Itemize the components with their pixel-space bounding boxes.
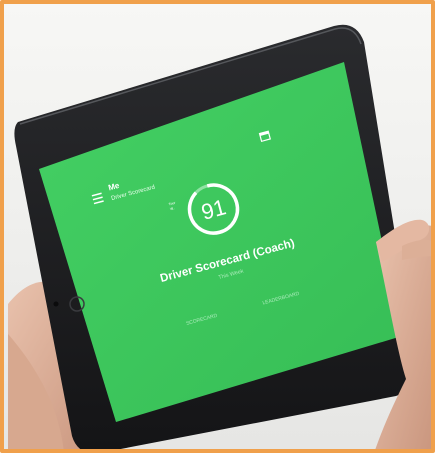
camera-icon xyxy=(53,301,59,307)
photo-frame: Me Driver Scorecard 91 Tour W.. Driver S… xyxy=(0,0,435,453)
photo-scene: Me Driver Scorecard 91 Tour W.. Driver S… xyxy=(8,24,431,449)
